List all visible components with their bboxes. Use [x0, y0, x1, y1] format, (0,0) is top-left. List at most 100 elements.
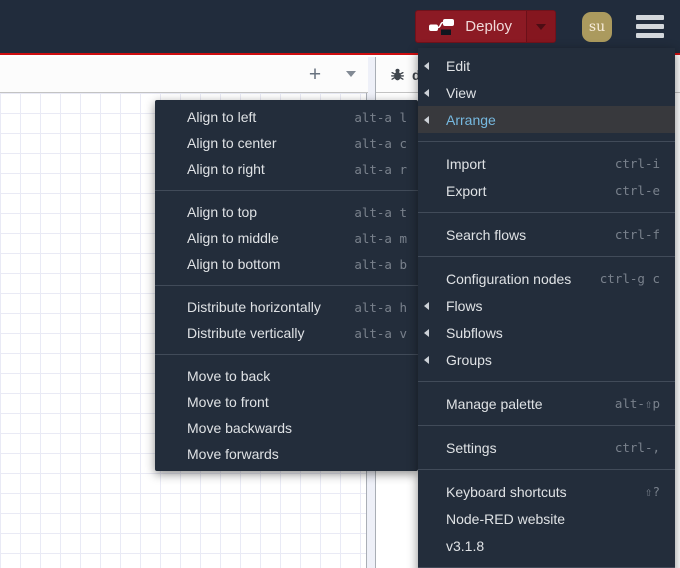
submenu-arrow-left-icon	[424, 301, 429, 310]
menu-item-shortcut: alt-a l	[354, 109, 407, 125]
menu-item-label: Manage palette	[446, 395, 543, 412]
menu-item-shortcut: ctrl-i	[614, 156, 660, 171]
deploy-button-main: Deploy	[416, 11, 526, 42]
menu-item-shortcut: ctrl-f	[614, 227, 660, 242]
hamburger-menu-icon[interactable]	[634, 13, 666, 40]
arrange-submenu: Align to left alt-a l Align to center alt-a…	[155, 100, 418, 471]
menu-separator	[155, 190, 418, 191]
menu-item-shortcut: ctrl-e	[614, 183, 660, 198]
menu-separator	[418, 212, 675, 213]
menu-item-shortcut: alt-a h	[354, 299, 407, 315]
deploy-button[interactable]: Deploy	[415, 10, 556, 43]
menu-separator	[418, 425, 675, 426]
menu-item-flows[interactable]: Flows	[418, 292, 675, 319]
menu-separator	[155, 285, 418, 286]
menu-item-align-to-middle[interactable]: Align to middle alt-a m	[155, 225, 418, 251]
menu-item-arrange[interactable]: Arrange	[418, 106, 675, 133]
flow-tab-bar: +	[0, 57, 368, 93]
menu-item-shortcut: alt-a c	[354, 135, 407, 151]
menu-separator	[418, 381, 675, 382]
menu-item-label: Distribute horizontally	[187, 299, 321, 315]
menu-item-align-to-left[interactable]: Align to left alt-a l	[155, 104, 418, 130]
menu-item-shortcut: alt-⇧p	[614, 396, 660, 411]
menu-item-label: Move to back	[187, 368, 271, 384]
menu-item-label: Keyboard shortcuts	[446, 483, 567, 500]
menu-item-label: Node-RED website	[446, 510, 566, 527]
menu-item-edit[interactable]: Edit	[418, 52, 675, 79]
menu-item-shortcut: ctrl-g c	[599, 271, 660, 286]
menu-item-label: Distribute vertically	[187, 325, 305, 341]
deploy-options-button[interactable]	[526, 11, 555, 42]
submenu-arrow-left-icon	[424, 115, 429, 124]
menu-item-subflows[interactable]: Subflows	[418, 319, 675, 346]
menu-item-shortcut: alt-a t	[354, 204, 407, 220]
menu-item-v3-1-8[interactable]: v3.1.8	[418, 532, 675, 559]
menu-item-label: Align to top	[187, 204, 258, 220]
menu-item-move-backwards[interactable]: Move backwards	[155, 415, 418, 441]
menu-item-label: Move backwards	[187, 420, 293, 436]
menu-item-align-to-right[interactable]: Align to right alt-a r	[155, 156, 418, 182]
node-red-editor: + debug	[0, 0, 680, 568]
menu-item-label: Align to middle	[187, 230, 279, 246]
menu-separator	[418, 469, 675, 470]
flow-list-chevron-down-icon[interactable]	[346, 71, 356, 77]
menu-item-label: Groups	[446, 351, 492, 368]
menu-item-label: Align to bottom	[187, 256, 281, 272]
deploy-label: Deploy	[465, 18, 512, 35]
menu-item-align-to-top[interactable]: Align to top alt-a t	[155, 199, 418, 225]
submenu-arrow-left-icon	[424, 328, 429, 337]
menu-item-label: Settings	[446, 439, 497, 456]
bug-icon	[391, 68, 404, 81]
menu-item-label: Import	[446, 155, 486, 172]
menu-item-label: Move to front	[187, 394, 269, 410]
menu-item-label: Edit	[446, 57, 471, 74]
menu-item-label: Align to center	[187, 135, 277, 151]
submenu-arrow-left-icon	[424, 355, 429, 364]
submenu-arrow-left-icon	[424, 88, 429, 97]
menu-item-distribute-horizontally[interactable]: Distribute horizontally alt-a h	[155, 294, 418, 320]
menu-item-distribute-vertically[interactable]: Distribute vertically alt-a v	[155, 320, 418, 346]
menu-item-groups[interactable]: Groups	[418, 346, 675, 373]
menu-item-node-red-website[interactable]: Node-RED website	[418, 505, 675, 532]
menu-separator	[418, 141, 675, 142]
menu-item-label: Subflows	[446, 324, 503, 341]
menu-item-align-to-center[interactable]: Align to center alt-a c	[155, 130, 418, 156]
menu-item-shortcut: ctrl-,	[614, 440, 660, 455]
menu-separator	[155, 354, 418, 355]
menu-item-view[interactable]: View	[418, 79, 675, 106]
menu-item-search-flows[interactable]: Search flows ctrl-f	[418, 221, 675, 248]
header-bar: Deploy su	[0, 0, 680, 55]
menu-item-import[interactable]: Import ctrl-i	[418, 150, 675, 177]
menu-item-export[interactable]: Export ctrl-e	[418, 177, 675, 204]
menu-item-configuration-nodes[interactable]: Configuration nodes ctrl-g c	[418, 265, 675, 292]
menu-item-label: Align to left	[187, 109, 257, 125]
menu-item-move-to-front[interactable]: Move to front	[155, 389, 418, 415]
deploy-node-icon	[429, 19, 455, 35]
menu-item-shortcut: alt-a b	[354, 256, 407, 272]
menu-item-move-forwards[interactable]: Move forwards	[155, 441, 418, 467]
menu-item-shortcut: alt-a v	[354, 325, 407, 341]
menu-item-manage-palette[interactable]: Manage palette alt-⇧p	[418, 390, 675, 417]
menu-item-shortcut: alt-a r	[354, 161, 407, 177]
add-flow-icon[interactable]: +	[304, 64, 326, 86]
menu-item-label: View	[446, 84, 477, 101]
menu-item-shortcut: ⇧?	[644, 484, 660, 499]
submenu-arrow-left-icon	[424, 61, 429, 70]
menu-item-label: v3.1.8	[446, 537, 485, 554]
menu-item-label: Configuration nodes	[446, 270, 572, 287]
menu-item-label: Export	[446, 182, 487, 199]
menu-item-settings[interactable]: Settings ctrl-,	[418, 434, 675, 461]
menu-item-move-to-back[interactable]: Move to back	[155, 363, 418, 389]
menu-item-label: Flows	[446, 297, 483, 314]
menu-item-align-to-bottom[interactable]: Align to bottom alt-a b	[155, 251, 418, 277]
user-avatar[interactable]: su	[582, 11, 612, 42]
menu-item-label: Arrange	[446, 111, 496, 128]
menu-item-label: Align to right	[187, 161, 265, 177]
menu-item-shortcut: alt-a m	[354, 230, 407, 246]
menu-item-label: Search flows	[446, 226, 527, 243]
menu-item-keyboard-shortcuts[interactable]: Keyboard shortcuts ⇧?	[418, 478, 675, 505]
main-menu: Edit View Arrange Import ctrl-i Export ctrl-e S…	[418, 48, 675, 568]
menu-item-label: Move forwards	[187, 446, 279, 462]
menu-separator	[418, 256, 675, 257]
chevron-down-icon	[536, 23, 546, 30]
